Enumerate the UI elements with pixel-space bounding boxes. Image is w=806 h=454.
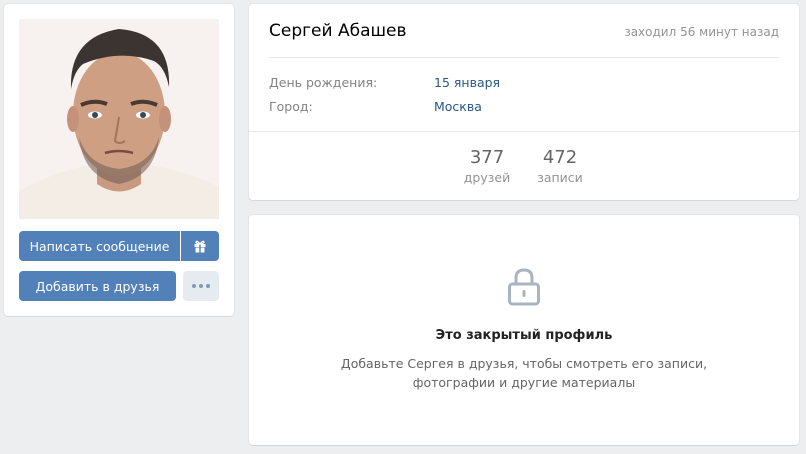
lock-icon (508, 268, 540, 306)
add-friend-button[interactable]: Добавить в друзья (19, 271, 176, 301)
last-seen-status: заходил 56 минут назад (624, 25, 779, 39)
friends-counter[interactable]: 377 друзей (457, 147, 517, 185)
profile-name: Сергей Абашев (269, 21, 407, 41)
closed-profile-description-line: Добавьте Сергея в друзья, чтобы смотреть… (340, 356, 708, 371)
send-message-button[interactable]: Написать сообщение (19, 231, 180, 261)
more-dots-icon (191, 284, 212, 288)
posts-counter[interactable]: 472 записи (530, 147, 590, 185)
friends-caption: друзей (463, 170, 511, 185)
profile-info-card: Сергей Абашев заходил 56 минут назад Ден… (249, 4, 799, 200)
profile-photo[interactable] (19, 19, 219, 219)
profile-sidebar-card: Написать сообщение Добавить в друзья (4, 4, 234, 316)
birthday-label: День рождения: (269, 75, 378, 90)
header-divider (269, 57, 779, 58)
more-actions-button[interactable] (183, 271, 219, 301)
city-value[interactable]: Москва (434, 99, 482, 114)
birthday-value[interactable]: 15 января (434, 75, 500, 90)
posts-count: 472 (542, 147, 578, 168)
closed-profile-description: Добавьте Сергея в друзья, чтобы смотреть… (329, 354, 719, 392)
closed-profile-description-line: фотографии и другие материалы (412, 375, 636, 390)
closed-profile-title: Это закрытый профиль (435, 328, 613, 343)
city-label: Город: (269, 99, 313, 114)
counters-divider (249, 131, 799, 132)
send-gift-button[interactable] (181, 231, 219, 261)
closed-profile-card: Это закрытый профиль Добавьте Сергея в д… (249, 215, 799, 445)
profile-photo-image (19, 19, 219, 219)
friends-count: 377 (469, 147, 505, 168)
posts-caption: записи (537, 170, 583, 185)
gift-icon (194, 240, 206, 253)
